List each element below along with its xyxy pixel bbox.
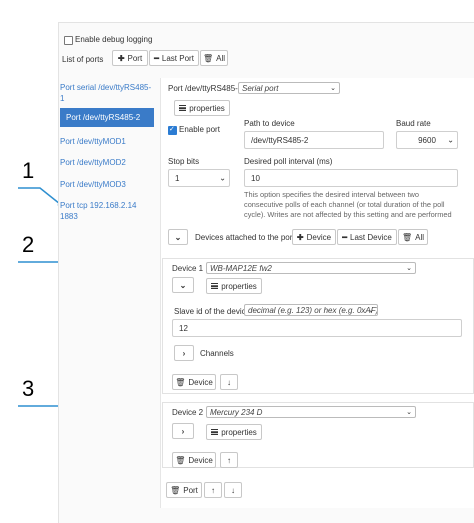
- device-1-title: Device 1: [172, 264, 204, 273]
- device-1-collapse-button[interactable]: ⌄: [172, 277, 194, 293]
- poll-interval-input[interactable]: 10: [244, 169, 458, 187]
- enable-port-checkbox[interactable]: [168, 125, 177, 135]
- port-title: Port /dev/ttyRS485-2: [168, 84, 243, 93]
- sidebar-item-mod3[interactable]: Port /dev/ttyMOD3: [60, 179, 152, 190]
- arrow-up-icon: ↑: [211, 485, 215, 495]
- debug-label: Enable debug logging: [75, 35, 153, 44]
- chevron-down-icon: ⌄: [174, 232, 182, 242]
- list-icon: [179, 105, 187, 111]
- chevron-right-icon: ›: [182, 348, 186, 358]
- device-1-type-select[interactable]: WB-MAP12E fw2 ⌄: [206, 262, 416, 274]
- chevron-down-icon: ⌄: [406, 265, 412, 272]
- poll-interval-label: Desired poll interval (ms): [244, 157, 333, 166]
- channels-expand-button[interactable]: ›: [174, 345, 194, 361]
- sidebar-item-rs485-2[interactable]: Port /dev/ttyRS485-2: [60, 108, 154, 127]
- delete-device-1-button[interactable]: 🗑 Device: [172, 374, 216, 390]
- stop-bits-select[interactable]: 1 ⌄: [168, 169, 230, 187]
- add-device-button[interactable]: ✚ Device: [292, 229, 336, 245]
- delete-port-button[interactable]: 🗑 Port: [166, 482, 202, 498]
- device-2-expand-button[interactable]: ›: [172, 423, 194, 439]
- sidebar-item-mod1[interactable]: Port /dev/ttyMOD1: [60, 136, 152, 147]
- device-2-type-select[interactable]: Mercury 234 D ⌄: [206, 406, 416, 418]
- minus-icon: ━: [342, 232, 348, 242]
- trash-icon: 🗑: [202, 53, 214, 63]
- sidebar-item-mod2[interactable]: Port /dev/ttyMOD2: [60, 157, 152, 168]
- arrow-down-icon: ↓: [227, 377, 231, 387]
- trash-icon: 🗑: [401, 232, 413, 242]
- add-port-button[interactable]: ✚ Port: [112, 50, 148, 66]
- trash-icon: 🗑: [175, 455, 186, 465]
- delete-all-ports-button[interactable]: 🗑 All: [200, 50, 228, 66]
- minus-icon: ━: [154, 53, 159, 63]
- arrow-down-icon: ↓: [231, 485, 235, 495]
- move-port-down-button[interactable]: ↓: [224, 482, 242, 498]
- chevron-down-icon: ⌄: [330, 85, 336, 92]
- enable-port-label: Enable port: [179, 125, 220, 134]
- device-2-properties-button[interactable]: properties: [206, 424, 262, 440]
- ports-list-label: List of ports: [62, 55, 104, 64]
- devices-label: Devices attached to the port: [195, 233, 295, 242]
- collapse-devices-button[interactable]: ⌄: [168, 229, 188, 245]
- sidebar-item-tcp[interactable]: Port tcp 192.168.2.14 1883: [60, 200, 152, 222]
- list-icon: [211, 429, 219, 435]
- poll-interval-help: This option specifies the desired interv…: [244, 190, 452, 219]
- port-type-select[interactable]: Serial port ⌄: [238, 82, 340, 94]
- trash-icon: 🗑: [175, 377, 186, 387]
- last-device-button[interactable]: ━ Last Device: [337, 229, 397, 245]
- device-2-title: Device 2: [172, 408, 204, 417]
- list-icon: [211, 283, 219, 289]
- delete-all-devices-button[interactable]: 🗑 All: [398, 229, 428, 245]
- chevron-right-icon: ›: [181, 426, 185, 436]
- chevron-down-icon: ⌄: [179, 280, 187, 290]
- chevron-down-icon: ⌄: [406, 409, 412, 416]
- last-port-button[interactable]: ━ Last Port: [149, 50, 199, 66]
- sidebar-item-rs485-1[interactable]: Port serial /dev/ttyRS485-1: [60, 82, 152, 104]
- path-label: Path to device: [244, 119, 295, 128]
- slave-id-format-select[interactable]: decimal (e.g. 123) or hex (e.g. 0xAF) ⌄: [244, 304, 378, 316]
- move-device-2-up-button[interactable]: ↑: [220, 452, 238, 468]
- move-device-1-down-button[interactable]: ↓: [220, 374, 238, 390]
- chevron-down-icon: ⌄: [368, 307, 374, 314]
- plus-icon: ✚: [117, 53, 125, 63]
- slave-id-label: Slave id of the device: [174, 307, 251, 316]
- path-input[interactable]: /dev/ttyRS485-2: [244, 131, 384, 149]
- stop-bits-label: Stop bits: [168, 157, 200, 166]
- port-properties-button[interactable]: properties: [174, 100, 230, 116]
- move-port-up-button[interactable]: ↑: [204, 482, 222, 498]
- trash-icon: 🗑: [170, 485, 181, 495]
- channels-label: Channels: [200, 349, 234, 358]
- debug-checkbox[interactable]: [64, 36, 73, 45]
- baud-label: Baud rate: [396, 119, 431, 128]
- delete-device-2-button[interactable]: 🗑 Device: [172, 452, 216, 468]
- device-1-properties-button[interactable]: properties: [206, 278, 262, 294]
- plus-icon: ✚: [296, 232, 304, 242]
- chevron-down-icon: ⌄: [447, 135, 454, 145]
- chevron-down-icon: ⌄: [219, 173, 226, 183]
- slave-id-input[interactable]: 12: [172, 319, 462, 337]
- arrow-up-icon: ↑: [227, 455, 231, 465]
- baud-select[interactable]: 9600 ⌄: [396, 131, 458, 149]
